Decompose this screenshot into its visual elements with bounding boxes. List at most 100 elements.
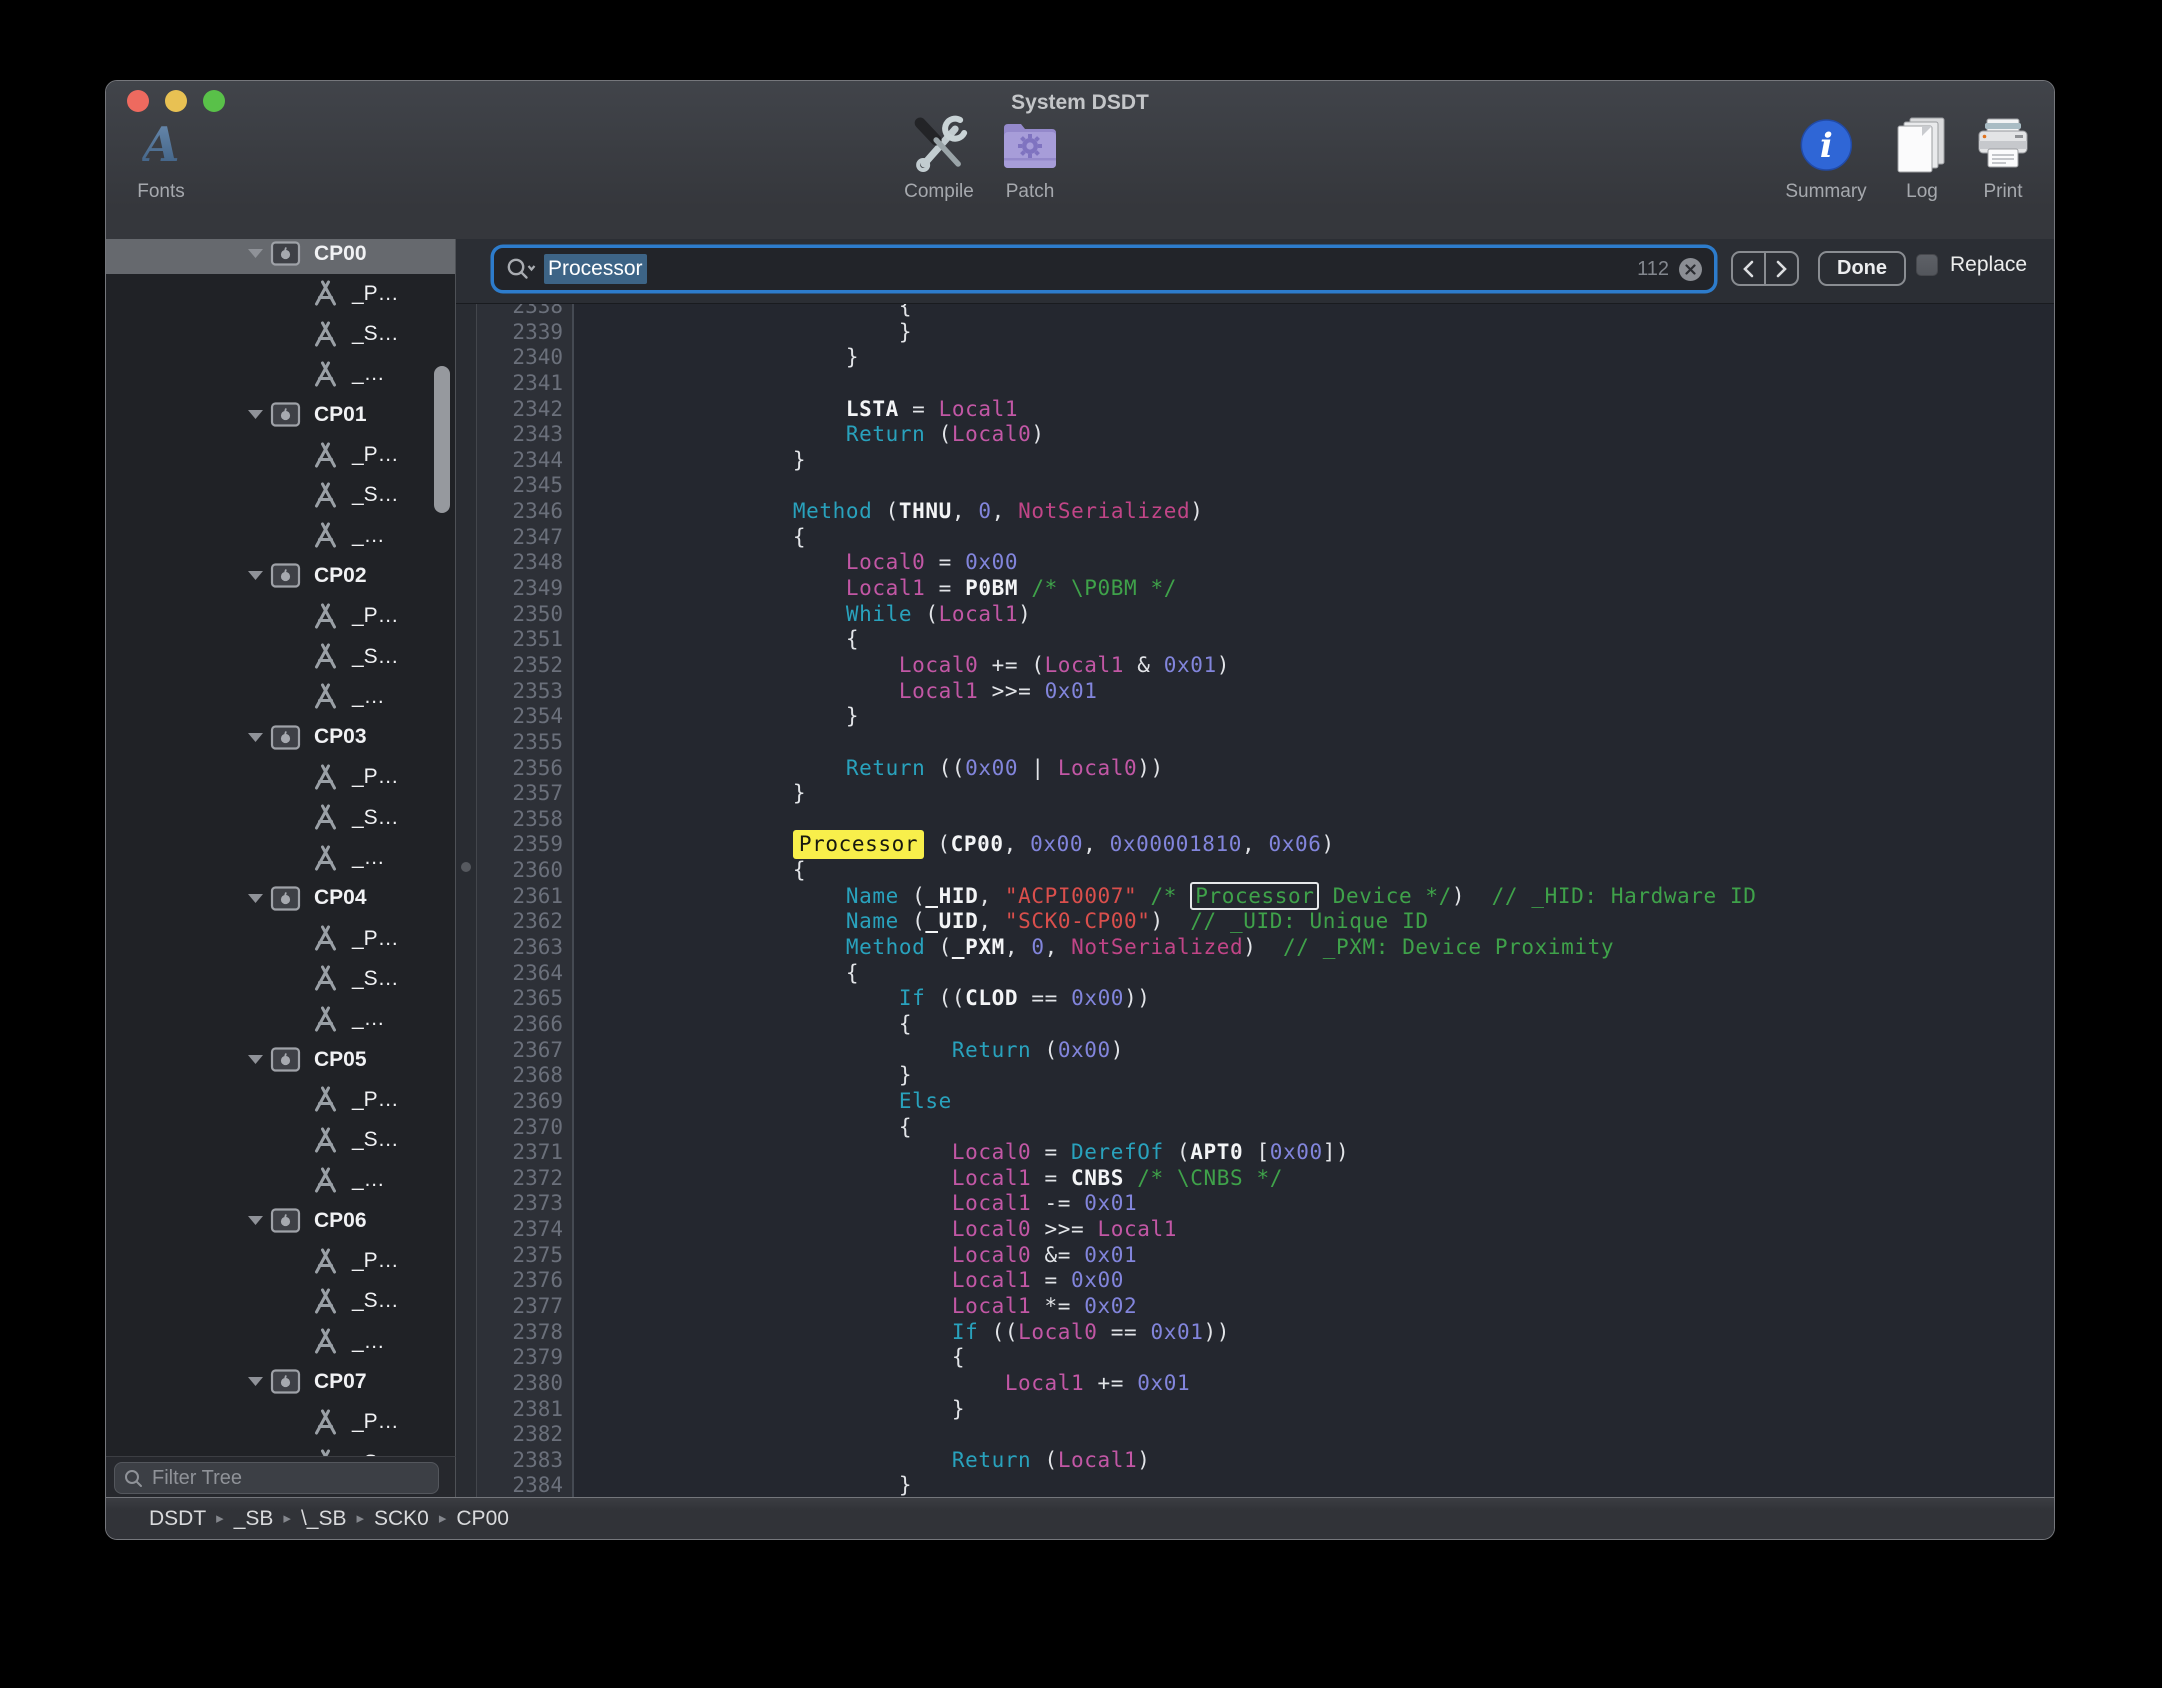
code-line[interactable]: 2366 { (456, 1012, 2054, 1038)
find-next-button[interactable] (1766, 253, 1797, 284)
code-line[interactable]: 2360 { (456, 858, 2054, 884)
code-line[interactable]: 2357 } (456, 781, 2054, 807)
fonts-button[interactable]: A Fonts (137, 113, 185, 203)
code-line[interactable]: 2355 (456, 730, 2054, 756)
filter-tree-input[interactable] (150, 1466, 429, 1491)
tree-item-method[interactable]: _S… (106, 314, 455, 355)
code-line[interactable]: 2372 Local1 = CNBS /* \CNBS */ (456, 1166, 2054, 1192)
code-editor[interactable]: 2338 {2339 }2340 }23412342 LSTA = Local1… (456, 304, 2054, 1499)
code-line[interactable]: 2356 Return ((0x00 | Local0)) (456, 756, 2054, 782)
tree-item-method[interactable]: _S… (106, 636, 455, 677)
code-line[interactable]: 2365 If ((CLOD == 0x00)) (456, 986, 2054, 1012)
tree-item-method[interactable]: _S… (106, 958, 455, 999)
filter-tree-field[interactable] (114, 1462, 439, 1494)
code-line[interactable]: 2339 } (456, 320, 2054, 346)
code-line[interactable]: 2345 (456, 473, 2054, 499)
code-line[interactable]: 2368 } (456, 1063, 2054, 1089)
compile-button[interactable]: Compile (904, 113, 974, 203)
close-button[interactable] (127, 90, 149, 112)
tree-item-cp06[interactable]: CP06 (106, 1200, 455, 1241)
tree-item-cp04[interactable]: CP04 (106, 878, 455, 919)
code-line[interactable]: 2377 Local1 *= 0x02 (456, 1294, 2054, 1320)
clear-search-button[interactable] (1679, 258, 1702, 281)
minimize-button[interactable] (165, 90, 187, 112)
disclosure-triangle-icon[interactable] (248, 1054, 263, 1065)
code-line[interactable]: 2341 (456, 371, 2054, 397)
tree-item-method[interactable]: _… (106, 676, 455, 717)
code-line[interactable]: 2350 While (Local1) (456, 602, 2054, 628)
tree-item-method[interactable]: _… (106, 515, 455, 556)
disclosure-triangle-icon[interactable] (248, 248, 263, 259)
tree-item-cp00[interactable]: CP00 (106, 239, 455, 274)
zoom-button[interactable] (203, 90, 225, 112)
disclosure-triangle-icon[interactable] (248, 893, 263, 904)
patch-button[interactable]: Patch (1001, 113, 1059, 203)
tree-item-method[interactable]: _… (106, 1160, 455, 1201)
sidebar-scrollbar[interactable] (434, 366, 450, 513)
replace-checkbox[interactable] (1916, 254, 1938, 276)
tree-item-method[interactable]: _S… (106, 1120, 455, 1161)
code-line[interactable]: 2363 Method (_PXM, 0, NotSerialized) // … (456, 935, 2054, 961)
code-line[interactable]: 2351 { (456, 627, 2054, 653)
tree-item-method[interactable]: _P… (106, 1079, 455, 1120)
breadcrumb-item[interactable]: SCK0 (374, 1507, 429, 1531)
code-line[interactable]: 2369 Else (456, 1089, 2054, 1115)
code-line[interactable]: 2381 } (456, 1397, 2054, 1423)
done-button[interactable]: Done (1818, 251, 1906, 286)
code-line[interactable]: 2352 Local0 += (Local1 & 0x01) (456, 653, 2054, 679)
log-button[interactable]: Log (1894, 113, 1950, 203)
code-line[interactable]: 2344 } (456, 448, 2054, 474)
find-input[interactable]: Processor 112 (494, 248, 1714, 290)
tree-item-method[interactable]: _S… (106, 1281, 455, 1322)
tree-item-method[interactable]: _P… (106, 596, 455, 637)
tree-item-method[interactable]: _… (106, 838, 455, 879)
breadcrumb-item[interactable]: CP00 (456, 1507, 509, 1531)
code-line[interactable]: 2359 Processor (CP00, 0x00, 0x00001810, … (456, 832, 2054, 858)
tree-item-cp03[interactable]: CP03 (106, 717, 455, 758)
tree-item-cp01[interactable]: CP01 (106, 394, 455, 435)
code-line[interactable]: 2358 (456, 807, 2054, 833)
print-button[interactable]: Print (1975, 113, 2031, 203)
breadcrumb-item[interactable]: _SB (234, 1507, 274, 1531)
tree-item-method[interactable]: _P… (106, 757, 455, 798)
code-line[interactable]: 2380 Local1 += 0x01 (456, 1371, 2054, 1397)
tree-item-method[interactable]: _P… (106, 1402, 455, 1443)
tree-item-method[interactable]: _P… (106, 435, 455, 476)
code-line[interactable]: 2384 } (456, 1473, 2054, 1499)
code-line[interactable]: 2353 Local1 >>= 0x01 (456, 679, 2054, 705)
code-line[interactable]: 2382 (456, 1422, 2054, 1448)
tree-item-method[interactable]: _… (106, 1321, 455, 1362)
code-line[interactable]: 2362 Name (_UID, "SCK0-CP00") // _UID: U… (456, 909, 2054, 935)
code-line[interactable]: 2343 Return (Local0) (456, 422, 2054, 448)
code-line[interactable]: 2347 { (456, 525, 2054, 551)
tree-item-method[interactable]: _… (106, 999, 455, 1040)
code-line[interactable]: 2338 { (456, 304, 2054, 320)
tree-item-cp05[interactable]: CP05 (106, 1039, 455, 1080)
breadcrumb-item[interactable]: DSDT (149, 1507, 206, 1531)
tree-item-method[interactable]: _P… (106, 918, 455, 959)
code-line[interactable]: 2354 } (456, 704, 2054, 730)
code-line[interactable]: 2370 { (456, 1115, 2054, 1141)
code-line[interactable]: 2371 Local0 = DerefOf (APT0 [0x00]) (456, 1140, 2054, 1166)
disclosure-triangle-icon[interactable] (248, 1376, 263, 1387)
code-line[interactable]: 2348 Local0 = 0x00 (456, 550, 2054, 576)
code-line[interactable]: 2374 Local0 >>= Local1 (456, 1217, 2054, 1243)
tree-item-cp02[interactable]: CP02 (106, 555, 455, 596)
disclosure-triangle-icon[interactable] (248, 570, 263, 581)
tree-item-method[interactable]: _P… (106, 1241, 455, 1282)
tree-item-cp07[interactable]: CP07 (106, 1361, 455, 1402)
breadcrumb-item[interactable]: \_SB (301, 1507, 347, 1531)
find-previous-button[interactable] (1733, 253, 1766, 284)
code-line[interactable]: 2364 { (456, 961, 2054, 987)
code-line[interactable]: 2376 Local1 = 0x00 (456, 1268, 2054, 1294)
code-line[interactable]: 2379 { (456, 1345, 2054, 1371)
code-line[interactable]: 2383 Return (Local1) (456, 1448, 2054, 1474)
disclosure-triangle-icon[interactable] (248, 409, 263, 420)
tree-item-method[interactable]: _P… (106, 273, 455, 314)
summary-button[interactable]: i Summary (1785, 113, 1866, 203)
code-line[interactable]: 2342 LSTA = Local1 (456, 397, 2054, 423)
code-line[interactable]: 2340 } (456, 345, 2054, 371)
code-line[interactable]: 2378 If ((Local0 == 0x01)) (456, 1320, 2054, 1346)
code-line[interactable]: 2375 Local0 &= 0x01 (456, 1243, 2054, 1269)
code-line[interactable]: 2346 Method (THNU, 0, NotSerialized) (456, 499, 2054, 525)
